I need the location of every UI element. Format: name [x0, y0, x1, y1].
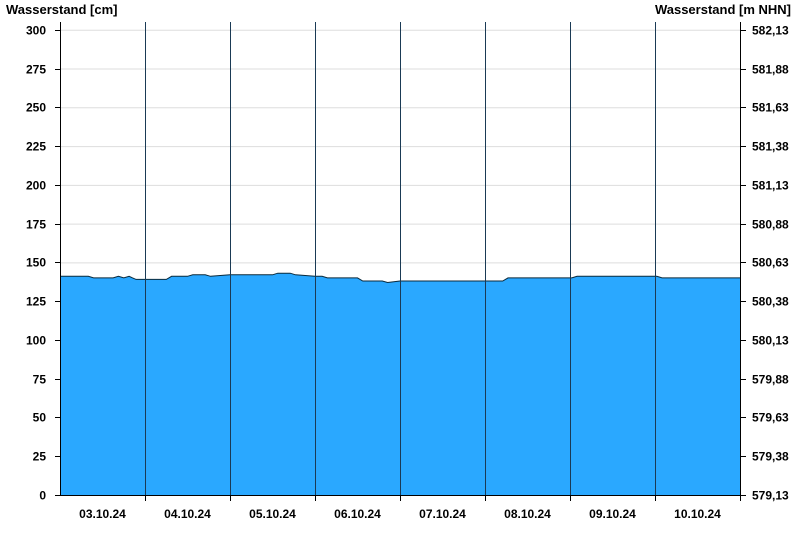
x-tick-label: 10.10.24	[674, 507, 721, 521]
y-tick-label-right: 579,13	[752, 489, 789, 503]
y-tick-label-right: 580,13	[752, 334, 789, 348]
y-tick-label-left: 100	[26, 334, 46, 348]
y-tick-label-left: 300	[26, 24, 46, 38]
y-tick-label-left: 225	[26, 140, 46, 154]
y-tick-label-left: 175	[26, 218, 46, 232]
x-tick-label: 08.10.24	[504, 507, 551, 521]
water-level-chart: 0 579,13 25 579,38 50 579,63 75 579,88 100 580,13…	[26, 22, 789, 521]
y-tick-label-right: 580,88	[752, 218, 789, 232]
y-tick-label-left: 250	[26, 101, 46, 115]
y-tick-label-right: 581,13	[752, 179, 789, 193]
x-tick-label: 05.10.24	[249, 507, 296, 521]
x-tick-label: 04.10.24	[164, 507, 211, 521]
y-tick-label-right: 579,88	[752, 373, 789, 387]
x-tick-label: 03.10.24	[79, 507, 126, 521]
y-tick-label-left: 75	[33, 373, 47, 387]
y-tick-label-right: 580,63	[752, 256, 789, 270]
y-tick-label-right: 580,38	[752, 295, 789, 309]
y-tick-label-right: 581,38	[752, 140, 789, 154]
y-tick-label-left: 275	[26, 63, 46, 77]
y-tick-label-left: 200	[26, 179, 46, 193]
y-tick-label-left: 0	[39, 489, 46, 503]
y-tick-label-left: 25	[33, 450, 47, 464]
y-tick-label-left: 50	[33, 411, 47, 425]
y-tick-label-right: 579,63	[752, 411, 789, 425]
y-tick-label-right: 581,88	[752, 63, 789, 77]
x-tick-label: 06.10.24	[334, 507, 381, 521]
y-tick-label-left: 150	[26, 256, 46, 270]
x-tick-label: 07.10.24	[419, 507, 466, 521]
y-tick-label-right: 582,13	[752, 24, 789, 38]
y-tick-label-right: 579,38	[752, 450, 789, 464]
y-tick-label-right: 581,63	[752, 101, 789, 115]
y-tick-label-left: 125	[26, 295, 46, 309]
x-tick-label: 09.10.24	[589, 507, 636, 521]
